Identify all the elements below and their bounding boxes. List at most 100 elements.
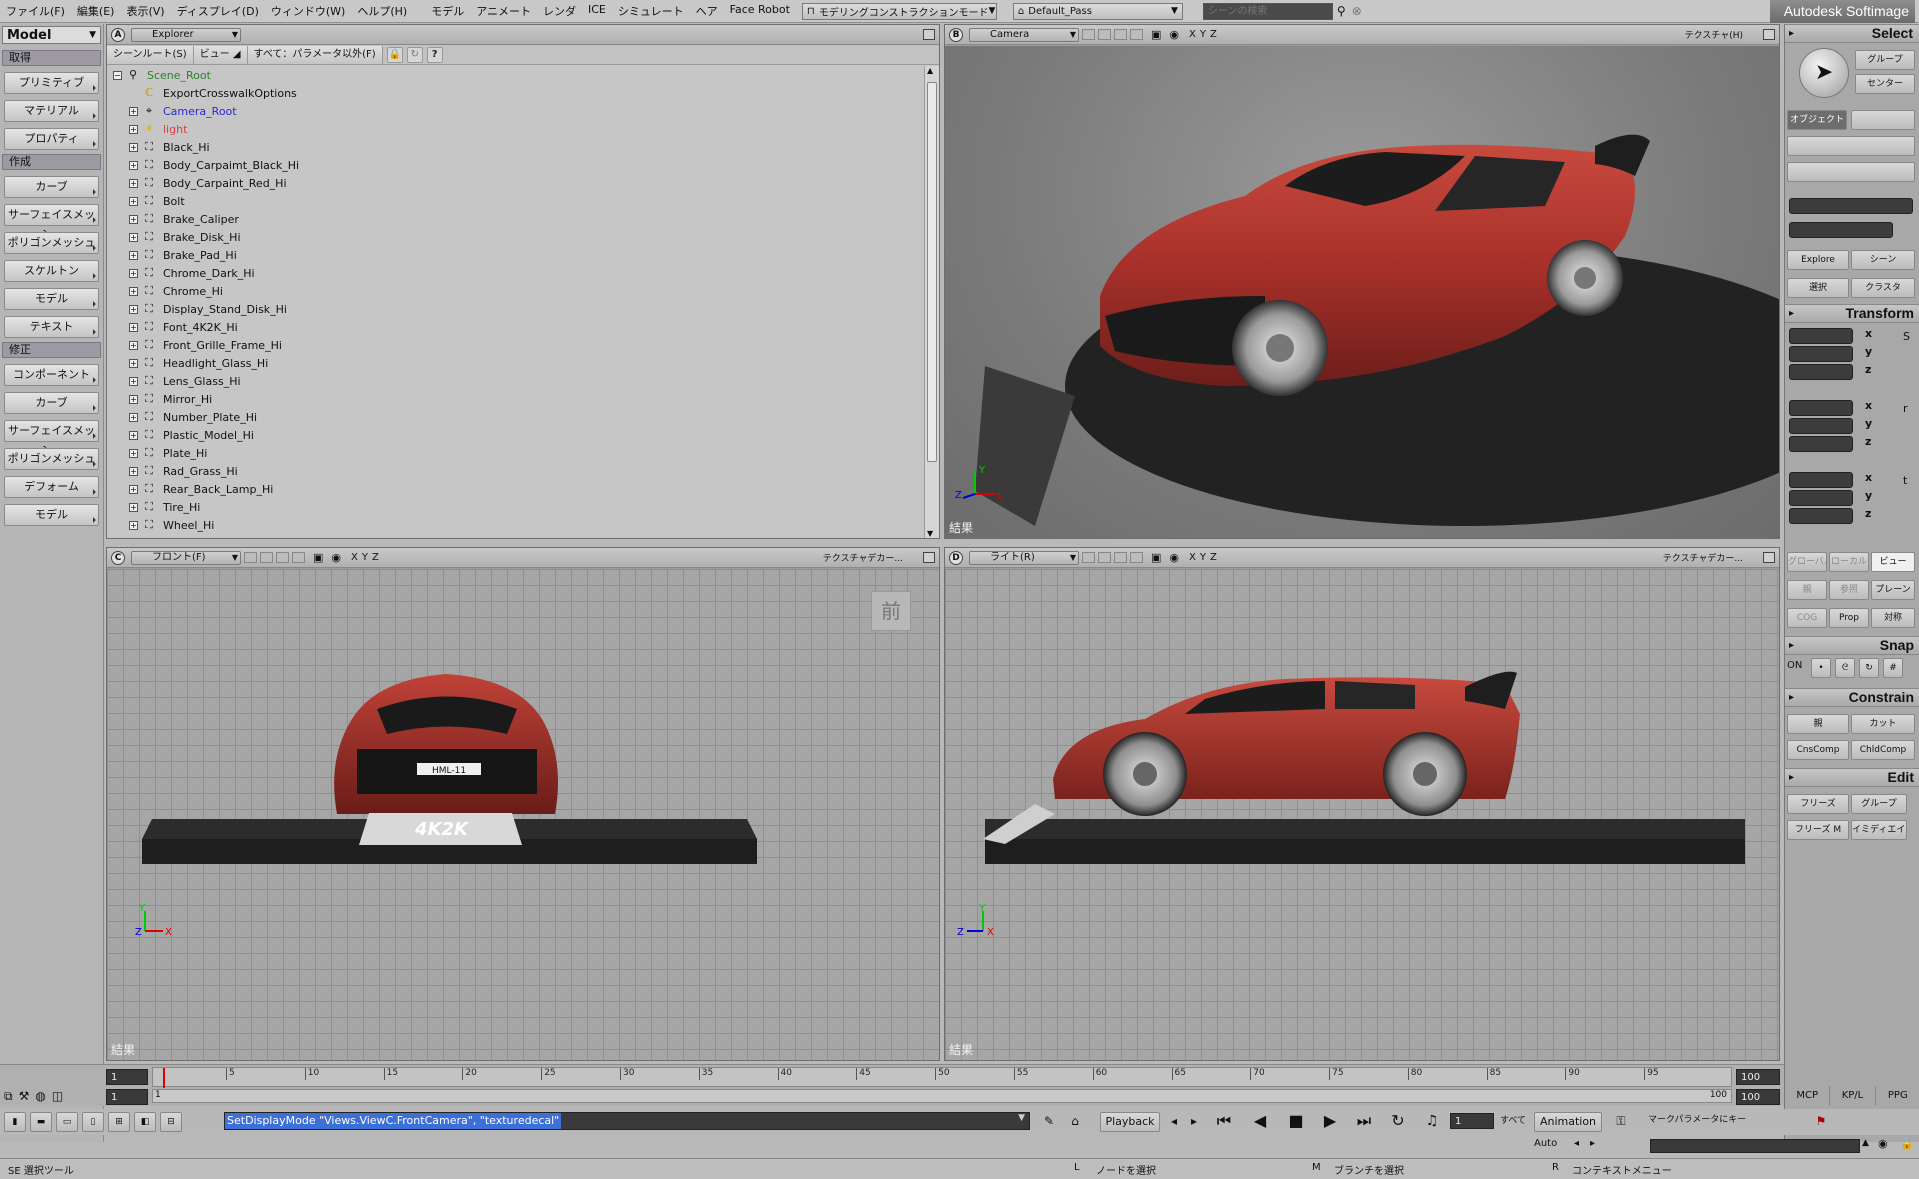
axis-toggle[interactable]: XYZ bbox=[1189, 29, 1221, 40]
tree-item[interactable]: + ⛶ Plate_Hi bbox=[107, 444, 923, 462]
tree-item[interactable]: − ⚲ Scene_Root bbox=[107, 66, 923, 84]
cut-button[interactable]: カット bbox=[1851, 714, 1915, 734]
viewport-d[interactable]: D ライト(R) ▣ ◉ XYZ テクスチャデカー... bbox=[944, 547, 1780, 1061]
module-menu-item[interactable]: ICE bbox=[582, 3, 612, 19]
camera-snapshot-icon[interactable]: ⌂ bbox=[1064, 1112, 1086, 1132]
script-command-input[interactable]: SetDisplayMode "Views.ViewC.FrontCamera"… bbox=[224, 1112, 1030, 1130]
group-select-button[interactable]: グループ bbox=[1855, 50, 1915, 70]
tree-item[interactable]: +ℂExportCrosswalkOptions bbox=[107, 84, 923, 102]
expand-icon[interactable]: + bbox=[129, 304, 138, 314]
wrench-icon[interactable]: ⚒ bbox=[19, 1089, 30, 1104]
tree-item[interactable]: + ⛶ Font_4K2K_Hi bbox=[107, 318, 923, 336]
camera-render-area[interactable]: Y X Z 結果 bbox=[945, 46, 1779, 538]
parent-constrain-button[interactable]: 親 bbox=[1787, 714, 1849, 734]
transform-value-field[interactable] bbox=[1789, 472, 1853, 488]
module-menu-item[interactable]: アニメート bbox=[470, 3, 537, 19]
select-filter-button[interactable] bbox=[1787, 136, 1915, 156]
viewport-b[interactable]: B Camera ▣ ◉ XYZ テクスチャ(H) bbox=[944, 24, 1780, 539]
toolbar-button[interactable]: デフォーム bbox=[4, 476, 99, 498]
module-menu-item[interactable]: シミュレート bbox=[612, 3, 690, 19]
all-frames-button[interactable]: すべて bbox=[1498, 1112, 1528, 1132]
playback-frame-field[interactable]: 1 bbox=[1450, 1113, 1494, 1129]
view-button[interactable]: ビュー bbox=[1871, 552, 1915, 572]
explorer-view-dropdown[interactable]: Explorer bbox=[131, 27, 241, 42]
expand-icon[interactable]: + bbox=[129, 376, 138, 386]
tree-item[interactable]: + ⛶ Lens_Glass_Hi bbox=[107, 372, 923, 390]
menu-item[interactable]: ヘルプ(H) bbox=[351, 3, 413, 19]
view-option-button[interactable] bbox=[1082, 552, 1095, 563]
expand-icon[interactable]: + bbox=[129, 430, 138, 440]
snap-point-icon[interactable]: • bbox=[1811, 658, 1831, 678]
transform-value-field[interactable] bbox=[1789, 490, 1853, 506]
script-editor-icon[interactable]: ✎ bbox=[1038, 1112, 1060, 1132]
auto-key-label[interactable]: Auto bbox=[1534, 1138, 1557, 1149]
tree-item[interactable]: + ⛶ Brake_Pad_Hi bbox=[107, 246, 923, 264]
expand-icon[interactable]: + bbox=[129, 160, 138, 170]
view-option-button[interactable] bbox=[1114, 29, 1127, 40]
refresh-icon[interactable]: ↻ bbox=[406, 46, 423, 63]
toolbar-button[interactable]: ポリゴンメッシュ bbox=[4, 448, 99, 470]
expand-icon[interactable]: + bbox=[129, 142, 138, 152]
play-forward-icon[interactable]: ▶ bbox=[1318, 1112, 1342, 1132]
monitor-icon[interactable]: ▣ bbox=[1151, 551, 1161, 564]
edit-section-header[interactable]: Edit bbox=[1785, 768, 1919, 787]
symmetry-button[interactable]: 対称 bbox=[1871, 608, 1915, 628]
animation-menu-button[interactable]: Animation bbox=[1534, 1112, 1602, 1132]
transform-value-field[interactable] bbox=[1789, 418, 1853, 434]
expand-icon[interactable]: + bbox=[129, 232, 138, 242]
maximize-icon[interactable] bbox=[923, 552, 935, 563]
start-frame-field[interactable]: 1 bbox=[106, 1069, 148, 1085]
center-select-button[interactable]: センター bbox=[1855, 74, 1915, 94]
tree-item[interactable]: + ☀ light bbox=[107, 120, 923, 138]
transform-mode-icon[interactable]: S bbox=[1903, 330, 1910, 343]
transform-value-field[interactable] bbox=[1789, 328, 1853, 344]
tab-kpl[interactable]: KP/L bbox=[1830, 1086, 1876, 1106]
lock-icon[interactable]: 🔒 bbox=[386, 46, 403, 63]
snap-curve-icon[interactable]: ᘓ bbox=[1835, 658, 1855, 678]
module-menu-item[interactable]: レンダ bbox=[537, 3, 582, 19]
tree-item[interactable]: + ⛶ Body_Carpaimt_Black_Hi bbox=[107, 156, 923, 174]
loop-icon[interactable]: ↻ bbox=[1386, 1112, 1410, 1132]
scroll-down-icon[interactable]: ▼ bbox=[927, 529, 933, 538]
lock-key-icon[interactable]: 🔒 bbox=[1900, 1137, 1914, 1150]
scroll-up-icon[interactable]: ▲ bbox=[927, 66, 933, 75]
menu-item[interactable]: ディスプレイ(D) bbox=[171, 3, 265, 19]
expand-icon[interactable]: + bbox=[129, 124, 138, 134]
transform-value-field[interactable] bbox=[1789, 436, 1853, 452]
layout-icon[interactable]: ▮ bbox=[4, 1112, 26, 1132]
freeze-m-button[interactable]: フリーズ M bbox=[1787, 820, 1849, 840]
tree-item[interactable]: + ⛶ Mirror_Hi bbox=[107, 390, 923, 408]
expand-icon[interactable]: + bbox=[129, 106, 138, 116]
module-menu-item[interactable]: ヘア bbox=[690, 3, 724, 19]
monitor-icon[interactable]: ▣ bbox=[313, 551, 323, 564]
monitor-icon[interactable]: ▣ bbox=[1151, 28, 1161, 41]
expand-icon[interactable]: + bbox=[129, 484, 138, 494]
immediate-button[interactable]: イミディエイト bbox=[1851, 820, 1907, 840]
help-icon[interactable]: ? bbox=[426, 46, 443, 63]
menu-item[interactable]: 編集(E) bbox=[71, 3, 121, 19]
transform-value-field[interactable] bbox=[1789, 346, 1853, 362]
view-option-button[interactable] bbox=[276, 552, 289, 563]
tree-item[interactable]: + ⛶ Wheel_Hi bbox=[107, 516, 923, 534]
axis-toggle[interactable]: XYZ bbox=[351, 552, 383, 563]
expand-icon[interactable]: + bbox=[129, 286, 138, 296]
select-arrow-tool[interactable]: ➤ bbox=[1799, 48, 1849, 98]
tab-scene-root[interactable]: シーンルート(S) bbox=[107, 45, 194, 64]
end-frame-field[interactable]: 100 bbox=[1736, 1069, 1780, 1085]
tree-item[interactable]: + ⛶ Tire_Hi bbox=[107, 498, 923, 516]
chevron-up-icon[interactable]: ▲ bbox=[1862, 1138, 1869, 1148]
freeze-button[interactable]: フリーズ bbox=[1787, 794, 1849, 814]
camera-dropdown[interactable]: ライト(R) bbox=[969, 550, 1079, 565]
tree-scrollbar[interactable]: ▲ ▼ bbox=[924, 66, 939, 538]
search-icon[interactable]: ⚲ bbox=[1337, 4, 1346, 18]
toolbar-button[interactable]: サーフェイスメッシュ bbox=[4, 420, 99, 457]
menu-item[interactable]: ファイル(F) bbox=[0, 3, 71, 19]
expand-icon[interactable]: + bbox=[129, 466, 138, 476]
cluster-button[interactable]: クラスタ bbox=[1851, 278, 1915, 298]
tree-item[interactable]: + ⛶ Brake_Caliper bbox=[107, 210, 923, 228]
camera-dropdown[interactable]: フロント(F) bbox=[131, 550, 241, 565]
local-button[interactable]: ローカル bbox=[1829, 552, 1869, 572]
display-mode-dropdown[interactable]: テクスチャ(H) bbox=[1685, 28, 1743, 41]
tree-item[interactable]: + ⛶ Plastic_Model_Hi bbox=[107, 426, 923, 444]
expand-icon[interactable]: + bbox=[129, 322, 138, 332]
